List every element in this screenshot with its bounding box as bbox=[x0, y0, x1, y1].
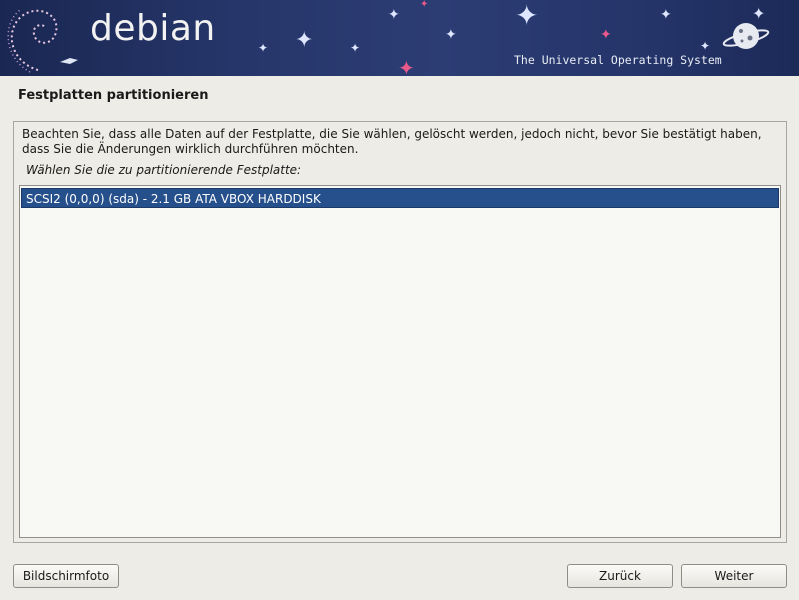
debian-banner: debian ✦ ✦ ✦ ✦ ✦ ✦ ✦ ✦ ✦ ✦ ✦ ✦ The Unive… bbox=[0, 0, 799, 76]
screenshot-button[interactable]: Bildschirmfoto bbox=[13, 564, 119, 588]
star-icon: ✦ bbox=[295, 28, 314, 53]
continue-button[interactable]: Weiter bbox=[681, 564, 787, 588]
star-icon: ✦ bbox=[600, 27, 612, 43]
star-icon: ✦ bbox=[700, 39, 711, 53]
star-icon: ✦ bbox=[388, 7, 400, 23]
star-icon: ✦ bbox=[398, 56, 415, 76]
tagline: The Universal Operating System bbox=[514, 53, 722, 67]
planet-icon bbox=[722, 23, 770, 49]
debian-logo-text: debian bbox=[90, 8, 216, 49]
star-icon: ✦ bbox=[445, 27, 457, 43]
disk-list[interactable]: SCSI2 (0,0,0) (sda) - 2.1 GB ATA VBOX HA… bbox=[19, 185, 781, 538]
debian-swirl-icon bbox=[7, 9, 78, 73]
content-panel: Beachten Sie, dass alle Daten auf der Fe… bbox=[13, 121, 787, 543]
star-icon: ✦ bbox=[350, 41, 361, 55]
disk-list-item-sda[interactable]: SCSI2 (0,0,0) (sda) - 2.1 GB ATA VBOX HA… bbox=[21, 188, 779, 208]
star-icon: ✦ bbox=[515, 0, 539, 32]
star-icon: ✦ bbox=[258, 41, 269, 55]
star-icon: ✦ bbox=[660, 7, 672, 23]
info-text: Beachten Sie, dass alle Daten auf der Fe… bbox=[22, 127, 762, 156]
back-button[interactable]: Zurück bbox=[567, 564, 673, 588]
title-bar: Festplatten partitionieren bbox=[0, 76, 799, 114]
page-title: Festplatten partitionieren bbox=[18, 88, 209, 103]
disk-selection-prompt: Wählen Sie die zu partitionierende Festp… bbox=[26, 163, 302, 177]
star-icon: ✦ bbox=[420, 0, 429, 10]
